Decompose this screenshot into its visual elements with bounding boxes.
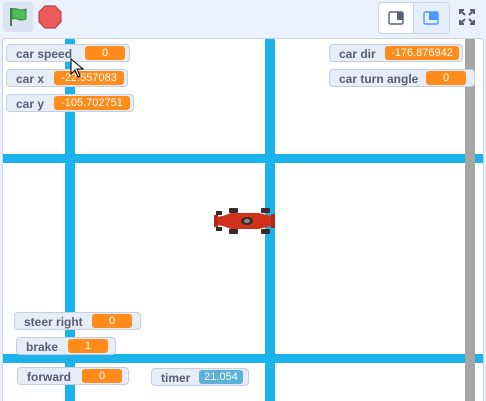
large-stage-icon	[423, 11, 439, 25]
monitor-car-dir[interactable]: car dir -176.876942	[329, 44, 463, 62]
monitor-car-speed[interactable]: car speed 0	[6, 44, 130, 62]
monitor-car-y[interactable]: car y -105.702751	[6, 94, 134, 112]
monitor-label: timer	[161, 371, 191, 385]
mouse-cursor-icon	[70, 58, 84, 78]
fullscreen-button[interactable]	[452, 2, 482, 32]
monitor-value: -176.876942	[385, 46, 459, 60]
monitor-value: 0	[82, 369, 122, 383]
monitor-brake[interactable]: brake 1	[16, 337, 116, 355]
monitor-label: car dir	[339, 47, 376, 61]
stage-canvas[interactable]: car speed 0 car x -22.557083 car y -105.…	[2, 38, 484, 401]
small-stage-icon	[388, 11, 404, 25]
monitor-label: steer right	[24, 315, 83, 329]
race-car-icon[interactable]	[213, 207, 277, 235]
road-horizontal-bottom	[3, 354, 483, 363]
monitor-car-turn-angle[interactable]: car turn angle 0	[329, 69, 475, 87]
monitor-label: car speed	[16, 47, 73, 61]
monitor-label: car y	[16, 97, 45, 111]
monitor-value: 1	[68, 339, 108, 353]
large-stage-button[interactable]	[414, 3, 449, 33]
stage-size-toggle	[378, 2, 450, 34]
monitor-value: 0	[92, 314, 132, 328]
monitor-label: car x	[16, 72, 45, 86]
monitor-value: 21.054	[199, 370, 243, 384]
monitor-timer[interactable]: timer 21.054	[151, 368, 249, 386]
monitor-value: -105.702751	[54, 96, 130, 110]
monitor-steer-right[interactable]: steer right 0	[14, 312, 141, 330]
stage-toolbar	[0, 0, 486, 38]
road-horizontal-top	[3, 154, 483, 163]
monitor-car-x[interactable]: car x -22.557083	[6, 69, 128, 87]
fullscreen-icon	[459, 9, 475, 25]
monitor-label: car turn angle	[339, 72, 419, 86]
green-flag-icon	[10, 8, 27, 26]
monitor-value: 0	[85, 46, 125, 60]
monitor-label: brake	[26, 340, 59, 354]
monitor-label: forward	[27, 370, 72, 384]
green-flag-button[interactable]	[3, 2, 33, 32]
small-stage-button[interactable]	[379, 3, 414, 33]
wall-right	[465, 39, 475, 401]
monitor-value: 0	[426, 71, 466, 85]
stop-sign-icon	[38, 5, 62, 29]
monitor-value: -22.557083	[54, 71, 124, 85]
monitor-forward[interactable]: forward 0	[17, 367, 129, 385]
stop-button[interactable]	[37, 4, 63, 30]
